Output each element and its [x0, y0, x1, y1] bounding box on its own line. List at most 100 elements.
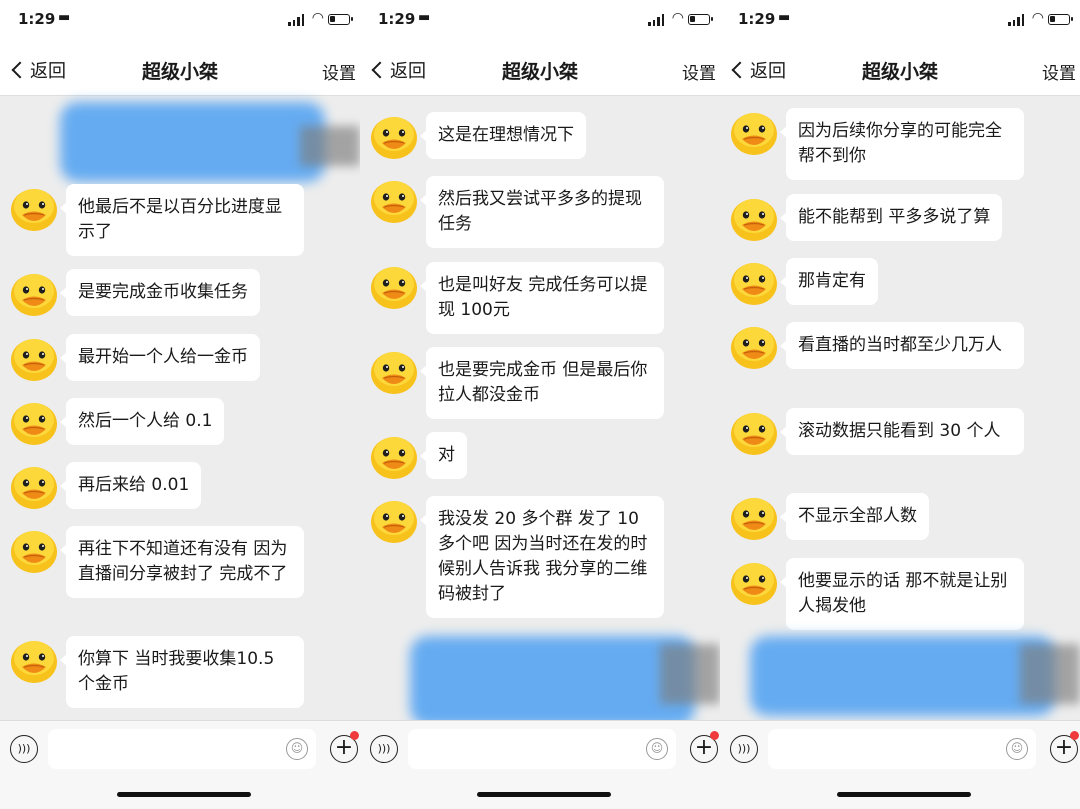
message-bubble[interactable]: 能不能帮到 平多多说了算: [779, 194, 1003, 241]
message-bubble[interactable]: 最开始一个人给一金币: [60, 334, 260, 381]
chat-area[interactable]: 这是在理想情况下 然后我又尝试平多多的提现任务 也是叫好友 完成任务可以提现 1…: [360, 96, 720, 726]
message-row: 我没发 20 多个群 发了 10 多个吧 因为当时还在发的时候别人告诉我 我分享…: [370, 496, 664, 618]
voice-icon[interactable]: ))): [370, 735, 398, 763]
message-input[interactable]: [768, 729, 1036, 769]
duck-avatar-icon[interactable]: [10, 184, 58, 232]
duck-avatar-icon[interactable]: [730, 258, 778, 306]
page-title: 超级小桀: [861, 61, 938, 83]
input-bar: ))) ☺ +: [360, 720, 720, 778]
duck-avatar-icon[interactable]: [730, 194, 778, 242]
message-bubble[interactable]: 滚动数据只能看到 30 个人: [780, 408, 1024, 455]
duck-avatar-icon[interactable]: [10, 462, 58, 510]
message-bubble[interactable]: 我没发 20 多个群 发了 10 多个吧 因为当时还在发的时候别人告诉我 我分享…: [420, 496, 664, 618]
chat-screen-3: 1:29 ▬ ◠ 返回 超级小桀 设置 因为后续你分享的可能完全帮不到你 能不能…: [720, 0, 1080, 809]
status-bar: 1:29 ▬ ◠: [0, 0, 360, 44]
car-icon: ▬: [58, 10, 71, 25]
status-time: 1:29: [378, 10, 416, 28]
message-bubble[interactable]: 然后我又尝试平多多的提现任务: [420, 176, 664, 248]
message-bubble[interactable]: 不显示全部人数: [780, 493, 929, 540]
message-bubble[interactable]: 你算下 当时我要收集10.5 个金币: [60, 636, 304, 708]
duck-avatar-icon[interactable]: [370, 176, 418, 224]
nav-bar: 返回 超级小桀 设置: [0, 44, 360, 96]
emoji-icon[interactable]: ☺: [646, 738, 668, 760]
message-row: 最开始一个人给一金币: [10, 334, 260, 382]
page-title: 超级小桀: [141, 61, 218, 83]
message-row: 他最后不是以百分比进度显示了: [10, 184, 304, 256]
car-icon: ▬: [418, 10, 431, 25]
message-bubble[interactable]: 也是要完成金币 但是最后你拉人都没金币: [420, 347, 664, 419]
duck-avatar-icon[interactable]: [730, 408, 778, 456]
duck-avatar-icon[interactable]: [370, 496, 418, 544]
duck-avatar-icon[interactable]: [370, 262, 418, 310]
voice-icon[interactable]: ))): [10, 735, 38, 763]
message-input[interactable]: [48, 729, 316, 769]
battery-icon: [688, 14, 713, 25]
duck-avatar-icon[interactable]: [10, 636, 58, 684]
message-row: 是要完成金币收集任务: [10, 269, 260, 317]
notification-dot: [1070, 731, 1079, 740]
message-row: 再后来给 0.01: [10, 462, 202, 510]
status-bar: 1:29 ▬ ◠: [360, 0, 720, 44]
screenshot-collage: 1:29 ▬ ◠ 返回 超级小桀 设置 他最后不是以百分比进度显示了 是要完成金…: [0, 0, 1080, 809]
message-row: 他要显示的话 那不就是让别人揭发他: [730, 558, 1024, 630]
message-row: 你算下 当时我要收集10.5 个金币: [10, 636, 304, 708]
duck-avatar-icon[interactable]: [730, 108, 778, 156]
home-indicator-line[interactable]: [837, 792, 971, 797]
message-bubble[interactable]: 他要显示的话 那不就是让别人揭发他: [780, 558, 1024, 630]
redaction-blur-shadow: [300, 126, 360, 166]
message-row: 看直播的当时都至少几万人: [730, 322, 1024, 370]
voice-icon[interactable]: ))): [730, 735, 758, 763]
message-bubble[interactable]: 再后来给 0.01: [59, 462, 202, 509]
signal-icon: [648, 14, 664, 26]
message-row: 能不能帮到 平多多说了算: [730, 194, 1003, 242]
settings-button[interactable]: 设置: [322, 59, 356, 84]
settings-button[interactable]: 设置: [1042, 59, 1076, 84]
message-bubble[interactable]: 这是在理想情况下: [420, 112, 586, 159]
message-row: 对: [370, 432, 467, 480]
message-bubble[interactable]: 看直播的当时都至少几万人: [780, 322, 1024, 369]
signal-icon: [288, 14, 304, 26]
chat-area[interactable]: 他最后不是以百分比进度显示了 是要完成金币收集任务 最开始一个人给一金币 然后一…: [0, 96, 360, 720]
input-bar: ))) ☺ +: [0, 720, 360, 778]
duck-avatar-icon[interactable]: [730, 558, 778, 606]
message-bubble[interactable]: 然后一个人给 0.1: [59, 398, 225, 445]
chat-area[interactable]: 因为后续你分享的可能完全帮不到你 能不能帮到 平多多说了算 那肯定有 看直播的当…: [720, 96, 1080, 720]
home-indicator-line[interactable]: [477, 792, 611, 797]
nav-bar: 返回 超级小桀 设置: [720, 44, 1080, 96]
status-bar: 1:29 ▬ ◠: [720, 0, 1080, 44]
duck-avatar-icon[interactable]: [730, 322, 778, 370]
duck-avatar-icon[interactable]: [370, 112, 418, 160]
home-indicator: [0, 778, 360, 809]
chat-screen-2: 1:29 ▬ ◠ 返回 超级小桀 设置 这是在理想情况下 然后我又尝试平多多的提…: [360, 0, 720, 809]
message-bubble[interactable]: 对: [420, 432, 467, 479]
message-bubble[interactable]: 因为后续你分享的可能完全帮不到你: [780, 108, 1024, 180]
status-time: 1:29: [18, 10, 56, 28]
duck-avatar-icon[interactable]: [10, 269, 58, 317]
signal-icon: [1008, 14, 1024, 26]
duck-avatar-icon[interactable]: [10, 526, 58, 574]
notification-dot: [350, 731, 359, 740]
message-bubble[interactable]: 他最后不是以百分比进度显示了: [60, 184, 304, 256]
home-indicator: [720, 778, 1080, 809]
redaction-blur: [750, 636, 1055, 716]
message-row: 这是在理想情况下: [370, 112, 586, 160]
message-bubble[interactable]: 那肯定有: [780, 258, 878, 305]
settings-button[interactable]: 设置: [682, 59, 716, 84]
battery-icon: [328, 14, 353, 25]
message-row: 也是要完成金币 但是最后你拉人都没金币: [370, 347, 664, 419]
home-indicator-line[interactable]: [117, 792, 251, 797]
message-bubble[interactable]: 再往下不知道还有没有 因为直播间分享被封了 完成不了: [60, 526, 304, 598]
message-row: 然后我又尝试平多多的提现任务: [370, 176, 664, 248]
emoji-icon[interactable]: ☺: [286, 738, 308, 760]
message-row: 也是叫好友 完成任务可以提现 100元: [370, 262, 664, 334]
message-row: 然后一个人给 0.1: [10, 398, 225, 446]
duck-avatar-icon[interactable]: [10, 398, 58, 446]
duck-avatar-icon[interactable]: [730, 493, 778, 541]
duck-avatar-icon[interactable]: [370, 432, 418, 480]
message-bubble[interactable]: 也是叫好友 完成任务可以提现 100元: [420, 262, 664, 334]
message-input[interactable]: [408, 729, 676, 769]
duck-avatar-icon[interactable]: [370, 347, 418, 395]
emoji-icon[interactable]: ☺: [1006, 738, 1028, 760]
message-bubble[interactable]: 是要完成金币收集任务: [60, 269, 260, 316]
duck-avatar-icon[interactable]: [10, 334, 58, 382]
